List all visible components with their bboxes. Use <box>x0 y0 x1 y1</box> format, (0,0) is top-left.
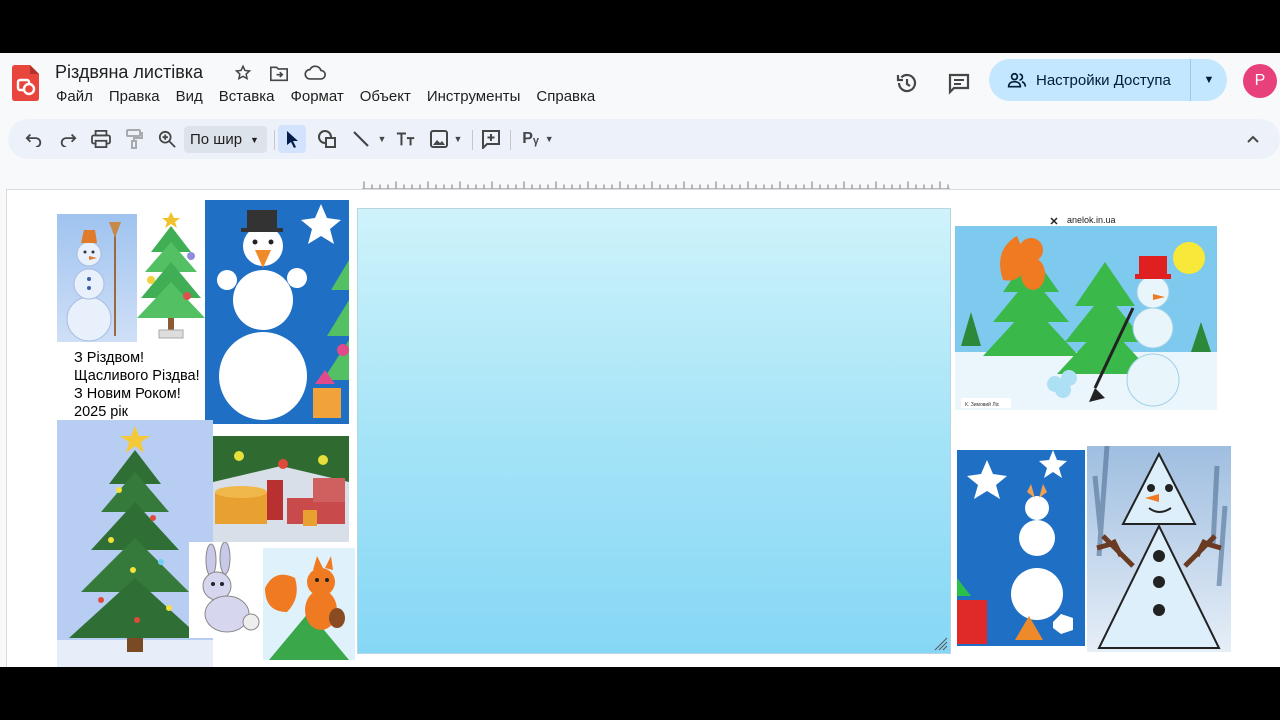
menu-help[interactable]: Справка <box>528 87 603 106</box>
menu-edit[interactable]: Правка <box>101 87 168 106</box>
share-dropdown-button[interactable]: ▼ <box>1191 74 1227 86</box>
document-title[interactable]: Різдвяна листівка <box>55 62 203 83</box>
people-icon <box>1007 72 1027 88</box>
slides-logo-icon[interactable] <box>12 65 39 101</box>
greeting-line: 2025 рік <box>74 404 128 420</box>
greeting-text[interactable]: З Різдвом! Щасливого Різдва! З Новим Рок… <box>74 349 200 421</box>
top-bar: Різдвяна листівка Файл Правка Вид Вставк… <box>0 53 1280 115</box>
resize-handle-icon[interactable] <box>934 637 948 651</box>
input-tools-icon[interactable]: Pᵧ ▼ <box>518 125 558 153</box>
greeting-line: З Різдвом! <box>74 350 145 366</box>
menu-file[interactable]: Файл <box>48 87 101 106</box>
squirrel-picture-left[interactable] <box>263 548 355 660</box>
shapes-icon[interactable] <box>314 125 340 153</box>
comment-add-icon[interactable] <box>478 125 504 153</box>
toolbar-separator <box>274 130 275 150</box>
zoom-icon[interactable] <box>154 125 180 153</box>
greeting-line: З Новим Роком! <box>74 386 181 402</box>
cloud-status-icon[interactable] <box>302 62 328 84</box>
bunny-picture[interactable] <box>189 542 263 638</box>
slide-textbox-gradient[interactable] <box>357 208 951 654</box>
slide-canvas-area: З Різдвом! Щасливого Різдва! З Новим Рок… <box>0 171 1280 667</box>
share-button[interactable]: Настройки Доступа ▼ <box>989 59 1227 101</box>
menu-tools[interactable]: Инструменты <box>419 87 529 106</box>
star-icon[interactable] <box>230 62 256 84</box>
caret-down-icon: ▼ <box>1203 74 1215 86</box>
print-icon[interactable] <box>88 125 114 153</box>
horizontal-ruler[interactable] <box>362 179 950 189</box>
comments-button[interactable] <box>941 65 977 101</box>
caret-down-icon: ▼ <box>544 134 554 144</box>
line-icon[interactable]: ▼ <box>348 125 390 153</box>
caret-down-icon: ▼ <box>377 134 387 144</box>
tree-picture-small[interactable] <box>137 212 209 344</box>
caret-down-icon: ▼ <box>250 134 259 145</box>
collapse-icon[interactable] <box>1240 125 1266 153</box>
caret-down-icon: ▼ <box>453 134 463 144</box>
version-history-button[interactable] <box>889 65 925 101</box>
share-label: Настройки Доступа <box>1036 71 1171 89</box>
zoom-select[interactable]: По шир ▼ <box>184 126 267 153</box>
toolbar: По шир ▼ ▼ ▼ Pᵧ ▼ <box>8 119 1280 159</box>
toolbar-separator <box>472 130 473 150</box>
textbox-icon[interactable] <box>394 125 418 153</box>
redo-icon[interactable] <box>56 125 80 153</box>
move-folder-icon[interactable] <box>266 62 292 84</box>
greeting-line: Щасливого Різдва! <box>74 368 200 384</box>
picture-caption: К. Зимовий Ліс <box>965 401 1000 408</box>
share-main[interactable]: Настройки Доступа <box>989 59 1191 101</box>
history-icon <box>896 73 917 93</box>
comment-icon <box>948 73 970 95</box>
paint-format-icon[interactable] <box>121 125 147 153</box>
snowman-picture-right[interactable] <box>957 450 1085 646</box>
select-arrow-icon[interactable] <box>278 125 306 153</box>
gifts-picture[interactable] <box>213 436 349 542</box>
slides-app-window: Різдвяна листівка Файл Правка Вид Вставк… <box>0 53 1280 667</box>
menu-format[interactable]: Формат <box>282 87 351 106</box>
toolbar-separator <box>510 130 511 150</box>
menu-bar: Файл Правка Вид Вставка Формат Объект Ин… <box>48 87 603 106</box>
image-icon[interactable]: ▼ <box>426 125 466 153</box>
zoom-label: По шир <box>190 131 243 148</box>
menu-insert[interactable]: Вставка <box>211 87 283 106</box>
slide[interactable]: З Різдвом! Щасливого Різдва! З Новим Рок… <box>6 189 1280 667</box>
winter-forest-picture[interactable]: К. Зимовий Ліс anelok.in.ua <box>955 212 1219 412</box>
snowman-picture-small[interactable] <box>57 214 137 342</box>
picture-watermark: anelok.in.ua <box>1067 215 1116 225</box>
snowman-picture-blue[interactable] <box>205 200 349 424</box>
menu-view[interactable]: Вид <box>168 87 211 106</box>
title-icons <box>230 62 328 84</box>
account-avatar[interactable]: P <box>1243 64 1277 98</box>
menu-object[interactable]: Объект <box>352 87 419 106</box>
triangle-snowman-picture[interactable] <box>1087 446 1231 652</box>
undo-icon[interactable] <box>22 125 46 153</box>
